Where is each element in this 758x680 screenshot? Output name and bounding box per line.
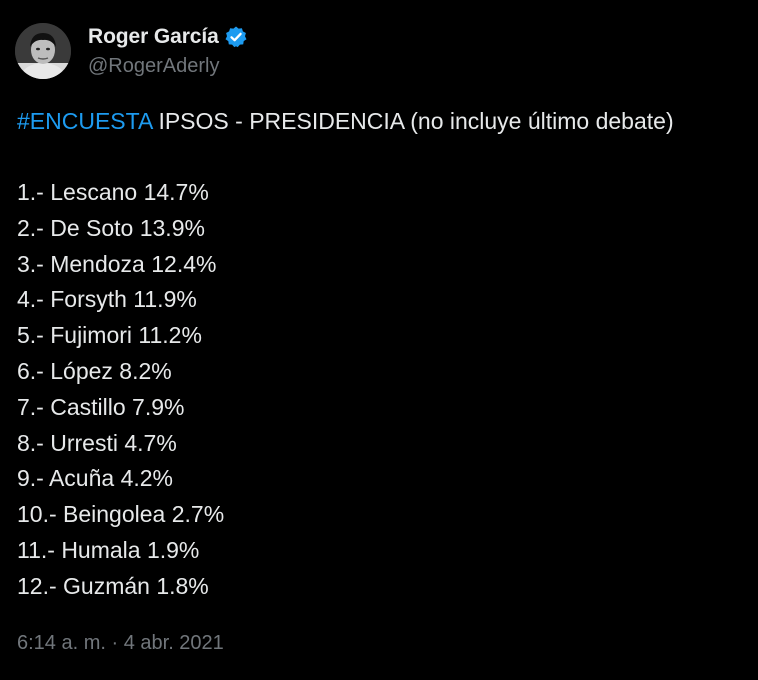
avatar-image [15,23,71,79]
list-item: 11.- Humala 1.9% [17,536,200,563]
list-item: 9.- Acuña 4.2% [17,465,173,492]
list-item: 1.- Lescano 14.7% [17,179,209,205]
author-display-name[interactable]: Roger García [88,25,219,49]
avatar[interactable] [15,23,71,79]
display-name-row: Roger García [88,22,248,52]
tweet-timestamp[interactable]: 6:14 a. m. · 4 abr. 2021 [17,632,224,655]
list-item: 7.- Castillo 7.9% [17,393,185,420]
list-item: 3.- Mendoza 12.4% [17,250,217,277]
hashtag-link[interactable]: #ENCUESTA [17,108,152,134]
author-handle[interactable]: @RogerAderly [88,52,248,80]
tweet-headline: IPSOS - PRESIDENCIA (no incluye último d… [152,108,674,134]
tweet: Roger García @RogerAderly #ENCUESTA IPSO… [0,0,758,680]
tweet-header: Roger García @RogerAderly [15,20,248,82]
verified-badge-icon[interactable] [224,25,248,49]
tweet-text: #ENCUESTA IPSOS - PRESIDENCIA (no incluy… [17,103,752,139]
list-item: 8.- Urresti 4.7% [17,429,177,456]
list-item: 5.- Fujimori 11.2% [17,322,202,349]
author-block: Roger García @RogerAderly [88,22,248,80]
list-item: 4.- Forsyth 11.9% [17,286,197,313]
list-item: 2.- De Soto 13.9% [17,214,205,241]
list-item: 10.- Beingolea 2.7% [17,501,225,528]
list-item: 6.- López 8.2% [17,357,172,384]
list-item: 12.- Guzmán 1.8% [17,572,209,599]
results-list: 1.- Lescano 14.7% 2.- De Soto 13.9% 3.- … [17,175,224,605]
